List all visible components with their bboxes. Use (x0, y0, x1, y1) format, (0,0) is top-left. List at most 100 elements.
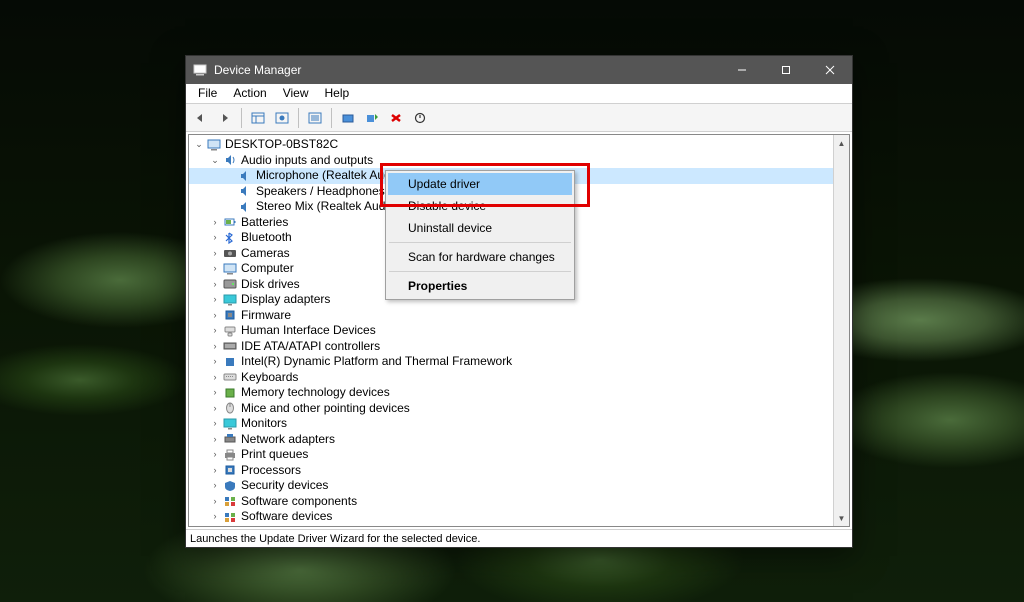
ctx-scan-hardware[interactable]: Scan for hardware changes (388, 246, 572, 268)
toolbar-separator (331, 108, 332, 128)
maximize-button[interactable] (764, 56, 808, 84)
monitor-icon (222, 417, 238, 431)
tree-category[interactable]: › Software devices (189, 509, 833, 525)
chevron-right-icon[interactable]: › (209, 232, 221, 244)
network-icon (222, 432, 238, 446)
tree-category[interactable]: › Firmware (189, 308, 833, 324)
chevron-down-icon[interactable]: ⌄ (193, 139, 205, 151)
ctx-disable-device[interactable]: Disable device (388, 195, 572, 217)
tree-category[interactable]: › Network adapters (189, 432, 833, 448)
tree-label: Network adapters (241, 432, 335, 448)
tree-category[interactable]: › IDE ATA/ATAPI controllers (189, 339, 833, 355)
tree-category[interactable]: › Memory technology devices (189, 385, 833, 401)
tree-label: Batteries (241, 215, 288, 231)
computer-icon (206, 138, 222, 152)
chevron-right-icon[interactable]: › (209, 371, 221, 383)
back-button[interactable] (190, 107, 212, 129)
toolbar-separator (241, 108, 242, 128)
tree-category-audio[interactable]: ⌄ Audio inputs and outputs (189, 153, 833, 169)
chevron-right-icon[interactable]: › (209, 278, 221, 290)
tree-label: Security devices (241, 478, 328, 494)
statusbar: Launches the Update Driver Wizard for th… (186, 529, 852, 547)
tree-label: Bluetooth (241, 230, 292, 246)
menu-file[interactable]: File (190, 84, 225, 103)
ctx-uninstall-device[interactable]: Uninstall device (388, 217, 572, 239)
uninstall-button[interactable] (385, 107, 407, 129)
chevron-right-icon[interactable]: › (209, 511, 221, 523)
tree-category[interactable]: › Security devices (189, 478, 833, 494)
tree-label: Firmware (241, 308, 291, 324)
chevron-down-icon[interactable]: ⌄ (209, 154, 221, 166)
chevron-right-icon[interactable]: › (209, 480, 221, 492)
computer-icon (222, 262, 238, 276)
tree-label: Print queues (241, 447, 308, 463)
chevron-right-icon[interactable]: › (209, 464, 221, 476)
chevron-right-icon[interactable]: › (209, 216, 221, 228)
chip-icon (222, 386, 238, 400)
hid-icon (222, 324, 238, 338)
menu-view[interactable]: View (275, 84, 317, 103)
tree-category[interactable]: › Human Interface Devices (189, 323, 833, 339)
bluetooth-icon (222, 231, 238, 245)
cpu-icon (222, 463, 238, 477)
toolbar (186, 104, 852, 132)
tree-label: IDE ATA/ATAPI controllers (241, 339, 380, 355)
statusbar-text: Launches the Update Driver Wizard for th… (190, 533, 480, 545)
scroll-up-arrow[interactable]: ▲ (834, 135, 849, 151)
chevron-right-icon[interactable]: › (209, 449, 221, 461)
chevron-right-icon[interactable]: › (209, 495, 221, 507)
tree-category[interactable]: ›Monitors (189, 416, 833, 432)
tree-label: Keyboards (241, 370, 298, 386)
device-manager-window: Device Manager File Action View Help ⌄ (185, 55, 853, 548)
tree-category[interactable]: ›Mice and other pointing devices (189, 401, 833, 417)
chevron-right-icon[interactable]: › (209, 309, 221, 321)
menu-help[interactable]: Help (317, 84, 358, 103)
chevron-right-icon[interactable]: › (209, 356, 221, 368)
tree-category[interactable]: ›Sound, video and game controllers (189, 525, 833, 527)
tree-label: Display adapters (241, 292, 330, 308)
disk-icon (222, 277, 238, 291)
tree-category[interactable]: ›Intel(R) Dynamic Platform and Thermal F… (189, 354, 833, 370)
disable-button[interactable] (409, 107, 431, 129)
tree-category[interactable]: › Print queues (189, 447, 833, 463)
close-button[interactable] (808, 56, 852, 84)
menu-action[interactable]: Action (225, 84, 274, 103)
chevron-right-icon[interactable]: › (209, 418, 221, 430)
chevron-right-icon[interactable]: › (209, 247, 221, 259)
tree-label: Computer (241, 261, 294, 277)
forward-button[interactable] (214, 107, 236, 129)
ctx-update-driver[interactable]: Update driver (388, 173, 572, 195)
chevron-right-icon[interactable]: › (209, 402, 221, 414)
vertical-scrollbar[interactable]: ▲ ▼ (833, 135, 849, 526)
update-driver-button[interactable] (361, 107, 383, 129)
chevron-right-icon[interactable]: › (209, 294, 221, 306)
scroll-down-arrow[interactable]: ▼ (834, 510, 849, 526)
tree-label: Memory technology devices (241, 385, 390, 401)
chevron-right-icon[interactable]: › (209, 433, 221, 445)
chevron-right-icon[interactable]: › (209, 263, 221, 275)
ctx-properties[interactable]: Properties (388, 275, 572, 297)
scan-hardware-button[interactable] (337, 107, 359, 129)
tree-label: Software devices (241, 509, 332, 525)
chevron-right-icon[interactable]: › (209, 387, 221, 399)
tree-label: Human Interface Devices (241, 323, 376, 339)
help-button[interactable] (271, 107, 293, 129)
tree-root[interactable]: ⌄ DESKTOP-0BST82C (189, 137, 833, 153)
component-icon (222, 510, 238, 524)
titlebar[interactable]: Device Manager (186, 56, 852, 84)
tree-label: Cameras (241, 246, 290, 262)
tree-category[interactable]: › Processors (189, 463, 833, 479)
keyboard-icon (222, 370, 238, 384)
context-menu: Update driver Disable device Uninstall d… (385, 170, 575, 300)
ctx-separator (389, 271, 571, 272)
show-hidden-button[interactable] (247, 107, 269, 129)
chevron-right-icon[interactable]: › (209, 325, 221, 337)
tree-category[interactable]: › Keyboards (189, 370, 833, 386)
tree-label: Processors (241, 463, 301, 479)
properties-button[interactable] (304, 107, 326, 129)
audio-icon (222, 525, 238, 526)
component-icon (222, 494, 238, 508)
minimize-button[interactable] (720, 56, 764, 84)
chevron-right-icon[interactable]: › (209, 340, 221, 352)
tree-category[interactable]: ›Software components (189, 494, 833, 510)
